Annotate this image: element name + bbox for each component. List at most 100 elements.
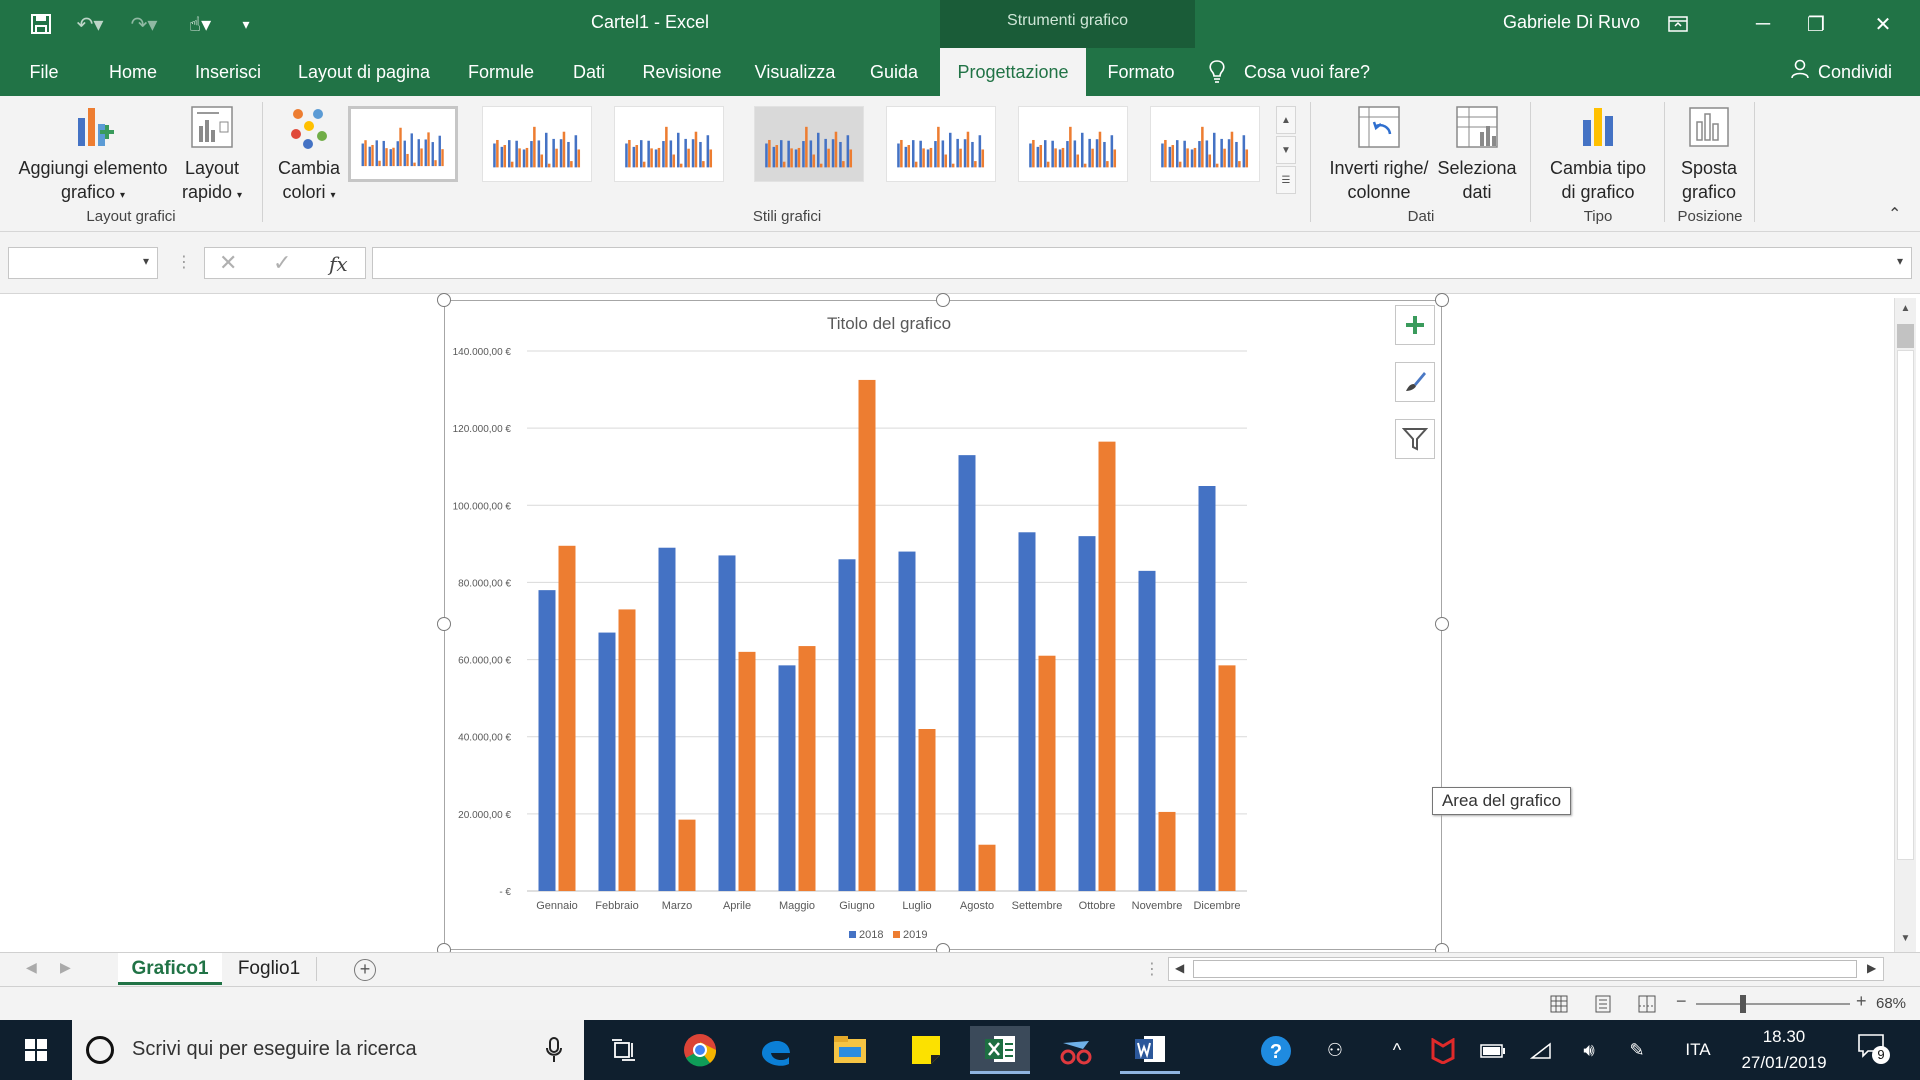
- zoom-in-icon[interactable]: +: [1856, 991, 1867, 1012]
- chart-style-7[interactable]: [1150, 106, 1260, 182]
- zoom-out-icon[interactable]: −: [1676, 991, 1687, 1012]
- chart-style-1[interactable]: [348, 106, 458, 182]
- gallery-more-icon[interactable]: ☰: [1276, 166, 1296, 194]
- task-view-icon[interactable]: [594, 1026, 654, 1074]
- edge-icon[interactable]: [746, 1026, 806, 1074]
- zoom-slider-thumb[interactable]: [1740, 995, 1746, 1013]
- touch-mode-icon[interactable]: ☝▾: [178, 10, 222, 38]
- sticky-notes-icon[interactable]: [896, 1026, 956, 1074]
- normal-view-icon[interactable]: [1550, 995, 1568, 1013]
- close-icon[interactable]: ✕: [1860, 8, 1906, 40]
- move-chart-button[interactable]: Sposta grafico: [1672, 104, 1746, 204]
- tab-file[interactable]: File: [20, 48, 68, 96]
- battery-icon[interactable]: [1476, 1026, 1510, 1074]
- people-icon[interactable]: ⚇: [1318, 1026, 1352, 1074]
- gallery-scroll-down-icon[interactable]: ▼: [1276, 136, 1296, 164]
- minimize-icon[interactable]: ─: [1740, 8, 1786, 40]
- tab-progettazione[interactable]: Progettazione: [940, 48, 1086, 98]
- page-layout-view-icon[interactable]: [1594, 995, 1612, 1013]
- sheet-tab-foglio1[interactable]: Foglio1: [228, 953, 310, 985]
- quick-layout-button[interactable]: Layout rapido ▾: [176, 104, 248, 208]
- chart-elements-button[interactable]: [1395, 305, 1435, 345]
- wifi-icon[interactable]: [1524, 1026, 1558, 1074]
- vertical-scrollbar[interactable]: ▲ ▼: [1894, 298, 1916, 952]
- sheet-tab-grafico1[interactable]: Grafico1: [118, 953, 222, 985]
- save-icon[interactable]: [26, 10, 56, 38]
- excel-taskbar-icon[interactable]: [970, 1026, 1030, 1074]
- resize-handle-top[interactable]: [936, 293, 950, 307]
- scroll-tabs-left-icon[interactable]: ◀: [26, 959, 37, 976]
- vertical-scroll-thumb[interactable]: [1897, 324, 1914, 348]
- resize-handle-top-left[interactable]: [437, 293, 451, 307]
- microphone-icon[interactable]: [546, 1037, 562, 1063]
- name-box[interactable]: ▾: [8, 247, 158, 279]
- scroll-up-icon[interactable]: ▲: [1895, 298, 1916, 320]
- page-break-view-icon[interactable]: [1638, 995, 1656, 1013]
- user-name[interactable]: Gabriele Di Ruvo: [1460, 12, 1640, 33]
- action-center-icon[interactable]: 9: [1858, 1034, 1890, 1064]
- change-chart-type-button[interactable]: Cambia tipo di grafico: [1542, 104, 1654, 204]
- switch-row-column-button[interactable]: Inverti righe/ colonne: [1326, 104, 1432, 204]
- chart-area[interactable]: Titolo del grafico - € 20.000,00 € 40.000,0…: [444, 300, 1442, 950]
- cancel-entry-icon[interactable]: ✕: [219, 250, 237, 276]
- resize-handle-right[interactable]: [1435, 617, 1449, 631]
- formula-input[interactable]: ▾: [372, 247, 1912, 279]
- chrome-icon[interactable]: [670, 1026, 730, 1074]
- help-icon[interactable]: ?: [1256, 1026, 1296, 1074]
- resize-handle-top-right[interactable]: [1435, 293, 1449, 307]
- tab-home[interactable]: Home: [96, 48, 170, 96]
- tab-splitter-icon[interactable]: ⋮: [1144, 959, 1160, 979]
- scroll-tabs-right-icon[interactable]: ▶: [60, 959, 71, 976]
- chart-filters-button[interactable]: [1395, 419, 1435, 459]
- tab-formato[interactable]: Formato: [1096, 48, 1186, 96]
- resize-handle-left[interactable]: [437, 617, 451, 631]
- horizontal-scrollbar[interactable]: ◀ ▶: [1168, 957, 1884, 981]
- tab-guida[interactable]: Guida: [860, 48, 928, 96]
- ribbon-display-options-icon[interactable]: [1655, 8, 1701, 40]
- pen-icon[interactable]: ✎: [1620, 1026, 1654, 1074]
- scroll-right-icon[interactable]: ▶: [1867, 961, 1876, 975]
- confirm-entry-icon[interactable]: ✓: [273, 250, 291, 276]
- tell-me-input[interactable]: Cosa vuoi fare?: [1244, 48, 1370, 96]
- file-explorer-icon[interactable]: [820, 1026, 880, 1074]
- redo-icon[interactable]: ↷▾: [124, 10, 164, 38]
- expand-formula-bar-icon[interactable]: ▾: [1897, 254, 1903, 268]
- zoom-level[interactable]: 68%: [1876, 995, 1906, 1012]
- volume-icon[interactable]: 🔊︎: [1572, 1026, 1606, 1074]
- mcafee-icon[interactable]: [1426, 1026, 1460, 1074]
- chart-styles-button[interactable]: [1395, 362, 1435, 402]
- taskbar-clock[interactable]: 18.30 27/01/2019: [1728, 1024, 1840, 1076]
- chart-style-4[interactable]: [754, 106, 864, 182]
- chart-style-6[interactable]: [1018, 106, 1128, 182]
- restore-icon[interactable]: ❐: [1793, 8, 1839, 40]
- share-button[interactable]: Condividi: [1790, 48, 1892, 96]
- select-data-button[interactable]: Seleziona dati: [1430, 104, 1524, 204]
- tab-layout-di-pagina[interactable]: Layout di pagina: [286, 48, 442, 96]
- tab-visualizza[interactable]: Visualizza: [746, 48, 844, 96]
- add-chart-element-button[interactable]: Aggiungi elemento grafico ▾: [14, 104, 172, 208]
- insert-function-button[interactable]: fx: [329, 252, 348, 276]
- tab-dati[interactable]: Dati: [560, 48, 618, 96]
- chart-style-5[interactable]: [886, 106, 996, 182]
- undo-icon[interactable]: ↶▾: [70, 10, 110, 38]
- horizontal-scroll-thumb[interactable]: [1193, 960, 1857, 978]
- zoom-slider-track[interactable]: [1696, 1003, 1850, 1005]
- chart-style-3[interactable]: [614, 106, 724, 182]
- change-colors-button[interactable]: Cambia colori ▾: [274, 104, 344, 208]
- new-sheet-icon[interactable]: +: [354, 959, 376, 981]
- collapse-ribbon-icon[interactable]: ⌃: [1888, 204, 1901, 224]
- tab-inserisci[interactable]: Inserisci: [188, 48, 268, 96]
- tab-revisione[interactable]: Revisione: [634, 48, 730, 96]
- show-hidden-icons[interactable]: ^: [1382, 1026, 1412, 1074]
- chart-style-2[interactable]: [482, 106, 592, 182]
- word-taskbar-icon[interactable]: [1120, 1026, 1180, 1074]
- name-box-dropdown-icon[interactable]: ▾: [143, 254, 149, 268]
- scroll-down-icon[interactable]: ▼: [1895, 928, 1916, 950]
- snipping-tool-icon[interactable]: [1046, 1026, 1106, 1074]
- start-button[interactable]: [0, 1020, 72, 1080]
- vertical-scroll-track[interactable]: [1897, 350, 1914, 860]
- gallery-scroll-up-icon[interactable]: ▲: [1276, 106, 1296, 134]
- customize-qat-icon[interactable]: ▾: [236, 10, 256, 38]
- input-language[interactable]: ITA: [1676, 1026, 1720, 1074]
- scroll-left-icon[interactable]: ◀: [1175, 961, 1184, 975]
